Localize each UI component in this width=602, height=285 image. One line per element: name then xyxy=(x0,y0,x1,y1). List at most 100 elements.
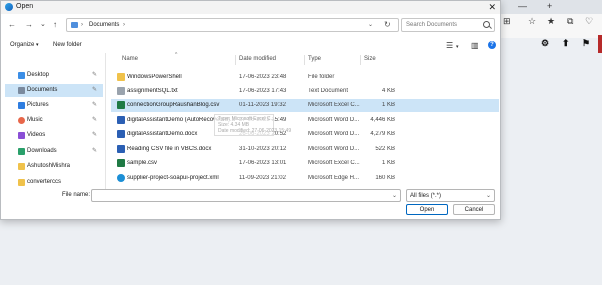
chevron-down-icon[interactable]: ⌄ xyxy=(368,21,373,28)
column-header-date[interactable]: Date modified xyxy=(239,56,276,62)
address-bar[interactable]: › Documents › ⌄ ↻ xyxy=(66,18,399,32)
chevron-down-icon[interactable]: ⌄ xyxy=(392,192,397,199)
file-row[interactable]: connectionGroupRaushanBlog.csv 01-11-202… xyxy=(111,99,499,112)
sidebar-item-downloads[interactable]: Downloads ✎ xyxy=(17,145,103,158)
tooltip-date: Date modified: 27-06-2023 15:49 xyxy=(218,128,292,134)
file-row[interactable]: Reading CSV file in VBCS.docx 31-10-2023… xyxy=(111,143,499,156)
file-row[interactable]: sample.csv 17-06-2023 13:01 Microsoft Ex… xyxy=(111,157,499,170)
refresh-icon[interactable]: ↻ xyxy=(384,20,391,29)
pictures-icon xyxy=(18,102,25,109)
browser-essentials-icon[interactable]: ♡ xyxy=(585,16,593,26)
navigation-bar: ← → ⌄ ↑ › Documents › ⌄ ↻ Search Documen… xyxy=(1,17,500,35)
collections-icon[interactable]: ⧉ xyxy=(567,16,573,26)
new-tab-button[interactable]: + xyxy=(547,1,552,11)
sidebar-item-label: converterccs xyxy=(27,179,62,185)
open-button[interactable]: Open xyxy=(406,204,448,215)
excel-file-icon xyxy=(117,101,125,109)
sidebar-item-documents[interactable]: Documents ✎ xyxy=(5,84,103,97)
app-icon xyxy=(5,3,13,11)
file-size: 522 KB xyxy=(375,146,395,152)
file-name: connectionGroupRaushanBlog.csv xyxy=(127,102,220,108)
sidebar-item-label: Videos xyxy=(27,132,46,138)
documents-folder-icon xyxy=(71,22,78,28)
close-icon[interactable]: ✕ xyxy=(488,1,496,13)
sidebar-item-label: Downloads xyxy=(27,148,57,154)
new-folder-button[interactable]: New folder xyxy=(53,42,82,48)
minimize-button[interactable]: — xyxy=(518,1,527,11)
file-row[interactable]: digitalAssistantDemo.docx 26-06-2023 20:… xyxy=(111,128,499,141)
column-header-type[interactable]: Type xyxy=(308,56,321,62)
sidebar-item-music[interactable]: Music ✎ xyxy=(17,114,103,127)
folder-icon xyxy=(117,73,125,81)
pin-icon: ✎ xyxy=(91,102,97,108)
organize-label: Organize xyxy=(10,42,35,48)
bookmark-icon[interactable]: ⚑ xyxy=(582,38,590,48)
browser-edge-accent xyxy=(598,35,602,53)
share-icon[interactable]: ⬆ xyxy=(562,38,570,48)
preview-pane-icon[interactable]: ▥ xyxy=(471,41,479,50)
help-icon[interactable]: ? xyxy=(488,41,496,49)
file-type: Microsoft Word D... xyxy=(308,146,360,152)
file-row[interactable]: WindowsPowerShell 17-06-2023 23:48 File … xyxy=(111,71,499,84)
file-name: WindowsPowerShell xyxy=(127,74,182,80)
open-file-dialog: Open ✕ ← → ⌄ ↑ › Documents › ⌄ ↻ Search … xyxy=(0,0,501,220)
sidebar-item-label: Music xyxy=(27,117,43,123)
command-bar: Organize ▾ New folder ☰ ▾ ▥ ? xyxy=(1,39,500,53)
split-screen-icon[interactable]: ⊞ xyxy=(503,16,511,26)
up-arrow-icon[interactable]: ↑ xyxy=(53,20,57,30)
back-arrow-icon[interactable]: ← xyxy=(8,20,16,30)
pin-icon: ✎ xyxy=(91,132,97,138)
folder-icon xyxy=(18,179,25,186)
navigation-pane: Desktop ✎ Documents ✎ Pictures ✎ Music ✎… xyxy=(1,53,106,189)
column-header-size[interactable]: Size xyxy=(364,56,376,62)
column-divider[interactable] xyxy=(360,55,361,65)
search-placeholder: Search Documents xyxy=(406,22,458,28)
file-type-filter-value: All files (*.*) xyxy=(410,193,442,199)
forward-arrow-icon[interactable]: → xyxy=(25,20,33,30)
sidebar-item-desktop[interactable]: Desktop ✎ xyxy=(17,69,103,82)
filename-input[interactable]: ⌄ xyxy=(91,189,401,202)
file-date: 17-06-2023 23:48 xyxy=(239,74,287,80)
chevron-right-icon[interactable]: › xyxy=(123,22,125,28)
favorites-bar-icon[interactable]: ★ xyxy=(547,16,555,26)
sidebar-item-pictures[interactable]: Pictures ✎ xyxy=(17,99,103,112)
recent-locations-icon[interactable]: ⌄ xyxy=(40,20,46,30)
file-name: Reading CSV file in VBCS.docx xyxy=(127,146,212,152)
search-input[interactable]: Search Documents xyxy=(401,18,495,32)
file-type: File folder xyxy=(308,74,335,80)
chevron-down-icon[interactable]: ⌄ xyxy=(486,192,491,199)
filename-label: File name: xyxy=(62,192,91,198)
file-type: Microsoft Excel C... xyxy=(308,160,360,166)
file-row[interactable]: assignmentSQL.txt 17-06-2023 17:43 Text … xyxy=(111,85,499,98)
file-size: 1 KB xyxy=(381,102,395,108)
sidebar-item-videos[interactable]: Videos ✎ xyxy=(17,129,103,142)
edge-file-icon xyxy=(117,174,125,182)
view-options-icon[interactable]: ☰ xyxy=(446,41,453,50)
file-type-filter[interactable]: All files (*.*) ⌄ xyxy=(406,189,495,202)
view-caret-icon[interactable]: ▾ xyxy=(456,43,459,52)
dialog-title: Open xyxy=(16,3,34,10)
chevron-right-icon[interactable]: › xyxy=(81,22,83,28)
cancel-button[interactable]: Cancel xyxy=(453,204,495,215)
settings-icon[interactable]: ⚙ xyxy=(541,38,549,48)
sidebar-item-ashutoshmishra[interactable]: AshutoshMishra xyxy=(17,160,103,173)
search-icon[interactable] xyxy=(483,21,490,28)
column-divider[interactable] xyxy=(235,55,236,65)
word-file-icon xyxy=(117,145,125,153)
column-header-name[interactable]: Name xyxy=(122,56,138,62)
file-row[interactable]: supplier-project-soapui-project.xml 11-0… xyxy=(111,172,499,185)
excel-file-icon xyxy=(117,159,125,167)
file-row[interactable]: digitalAssistantDemo (AutoRecovered).d..… xyxy=(111,114,499,127)
sidebar-item-label: Documents xyxy=(27,87,58,93)
sidebar-item-converterccs[interactable]: converterccs xyxy=(17,176,103,189)
file-date: 17-06-2023 17:43 xyxy=(239,88,287,94)
file-type: Microsoft Edge H... xyxy=(308,175,360,181)
file-size: 160 KB xyxy=(375,175,395,181)
file-type: Text Document xyxy=(308,88,349,94)
file-date: 31-10-2023 20:12 xyxy=(239,146,287,152)
favorite-icon[interactable]: ☆ xyxy=(528,16,536,26)
file-date: 11-09-2023 21:02 xyxy=(239,175,286,181)
organize-button[interactable]: Organize ▾ xyxy=(10,42,39,48)
breadcrumb-documents[interactable]: Documents xyxy=(89,22,119,28)
column-divider[interactable] xyxy=(304,55,305,65)
